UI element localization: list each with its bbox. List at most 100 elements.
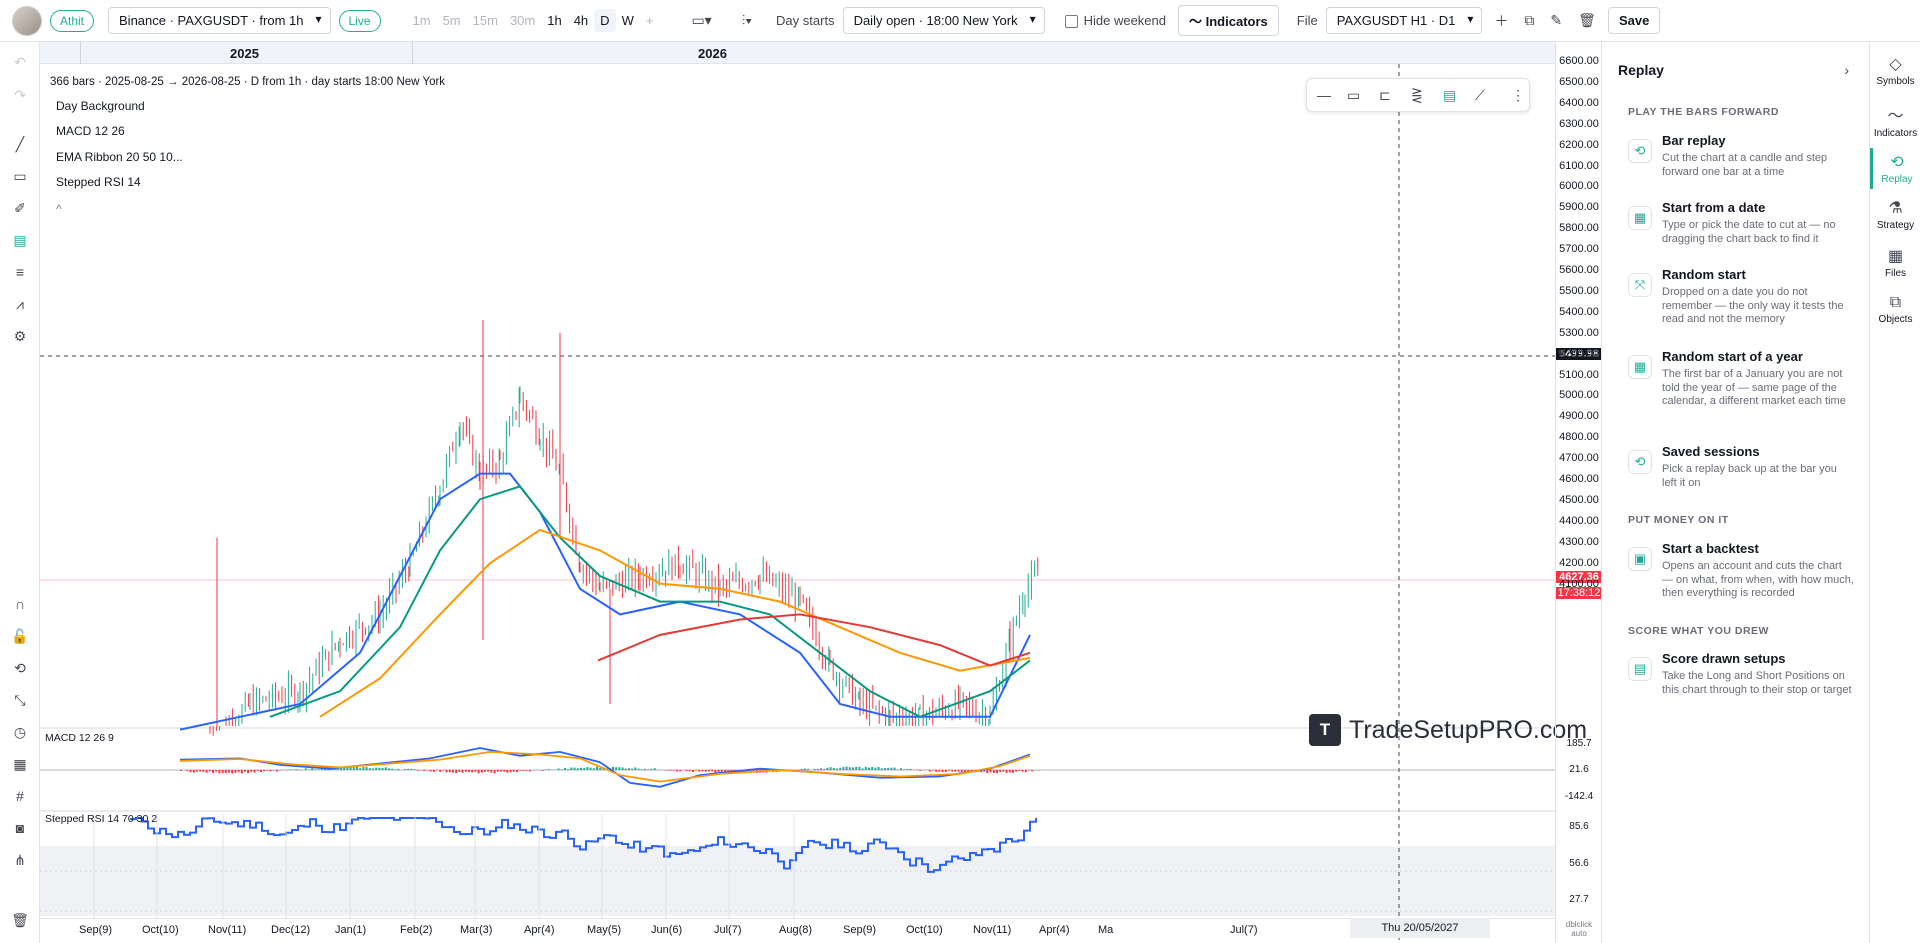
add-timeframe-button[interactable]: + (640, 9, 660, 32)
fib-icon[interactable]: ⋛ (1411, 87, 1423, 104)
rectangle-icon[interactable]: ▭ (10, 166, 30, 186)
history-icon[interactable]: ◷ (10, 722, 30, 742)
grid-icon[interactable]: # (10, 786, 30, 806)
tf-30m[interactable]: 30m (504, 9, 541, 32)
tf-5m[interactable]: 5m (437, 9, 467, 32)
trash-icon[interactable]: 🗑 (1574, 10, 1600, 31)
tf-4h[interactable]: 4h (568, 9, 594, 32)
macd-histogram-bar (215, 770, 218, 772)
macd-histogram-bar (394, 769, 397, 770)
fib-icon[interactable]: ≡ (10, 262, 30, 282)
tf-1h[interactable]: 1h (541, 9, 567, 32)
macd-histogram-bar (522, 770, 525, 771)
macd-histogram-bar (852, 767, 854, 770)
indicator-legend-ema-ribbon[interactable]: EMA Ribbon 20 50 10... (56, 150, 183, 164)
replay-icon: ⟲ (1628, 139, 1652, 163)
hide-weekend-toggle[interactable]: Hide weekend (1064, 13, 1166, 29)
macd-histogram-bar (644, 768, 646, 770)
macd-histogram-bar (196, 770, 198, 772)
symbol-select[interactable]: Binance · PAXGUSDT · from 1h (108, 7, 331, 34)
indicators-tab[interactable]: 〜 Indicators (1870, 102, 1920, 139)
position-icon[interactable]: ▤ (10, 230, 30, 250)
calendar-icon[interactable]: ▦ (10, 754, 30, 774)
horizontal-line-icon[interactable]: ― (1317, 87, 1331, 103)
axis-corner-hint[interactable]: dblclick auto (1556, 920, 1602, 938)
macd-histogram-bar (279, 770, 282, 771)
tf-15m[interactable]: 15m (467, 9, 504, 32)
checkbox-icon[interactable] (1064, 15, 1078, 29)
price-tick: 5800.00 (1559, 222, 1599, 235)
plus-icon[interactable]: ＋ (1490, 9, 1512, 33)
collapse-legend-button[interactable]: ^ (56, 202, 62, 216)
undo-icon[interactable]: ↶ (10, 52, 30, 72)
rectangle-icon[interactable]: ▭ (1347, 87, 1360, 104)
macd-histogram-bar (868, 767, 870, 770)
score-icon: ▤ (1628, 657, 1652, 681)
symbols-tab[interactable]: ◇ Symbols (1870, 54, 1920, 87)
live-badge[interactable]: Live (338, 9, 381, 32)
macd-histogram-bar (285, 770, 288, 771)
tf-w[interactable]: W (616, 9, 640, 32)
trend-line-icon[interactable]: ╱ (10, 134, 30, 154)
macd-histogram-bar (372, 768, 374, 770)
price-tick: 4900.00 (1559, 410, 1599, 423)
day-starts-select[interactable]: Daily open · 18:00 New York (842, 7, 1045, 34)
macd-histogram-bar (496, 770, 499, 772)
measure-icon[interactable]: ⚙ (10, 326, 30, 346)
macd-histogram-bar (816, 768, 819, 770)
price-axis[interactable]: 5499.98 4627.36 17:38:12 185.7 21.6 -142… (1555, 42, 1602, 943)
price-tick: 4200.00 (1559, 556, 1599, 569)
tf-d[interactable]: D (594, 9, 616, 32)
indicators-button[interactable]: 〜 Indicators (1178, 5, 1279, 36)
path-icon[interactable]: ⟋ (1475, 87, 1485, 104)
macd-histogram-bar (589, 767, 592, 770)
channel-icon[interactable]: ⊏ (1379, 87, 1391, 104)
macd-histogram-bar (676, 770, 678, 772)
macd-histogram-bar (548, 769, 550, 770)
indicator-legend-macd[interactable]: MACD 12 26 (56, 124, 125, 138)
macd-histogram-bar (1012, 770, 1014, 773)
macd-histogram-bar (503, 770, 506, 772)
camera-icon[interactable]: ◙ (10, 818, 30, 838)
replay-tab[interactable]: ⟲ Replay (1870, 148, 1920, 189)
chart-area[interactable]: 2025 2026 366 bars · 2025-08-25 → 2026-0… (40, 42, 1587, 943)
file-select[interactable]: PAXGUSDT H1 · D1 (1325, 7, 1483, 34)
layout-icon[interactable]: ▭▾ (687, 10, 715, 31)
zoom-icon[interactable]: ⤡ (10, 690, 30, 710)
share-icon[interactable]: ⋔ (10, 850, 30, 870)
brush-icon[interactable]: ✐ (10, 198, 30, 218)
macd-histogram-bar (628, 768, 630, 770)
pattern-icon[interactable]: ⩘ (10, 294, 30, 314)
close-panel-button[interactable]: › (1844, 62, 1849, 78)
watermark: T TradeSetupPRO.com (1309, 714, 1587, 746)
replay-icon[interactable]: ⟲ (10, 658, 30, 678)
chart-type-icon[interactable]: ⫶▾ (738, 10, 756, 31)
time-axis[interactable]: Sep(9) Oct(10) Nov(11) Dec(12) Jan(1) Feb(2) M… (40, 918, 1555, 943)
macd-histogram-bar (906, 768, 909, 770)
delete-icon[interactable]: 🗑 (10, 910, 30, 930)
redo-icon[interactable]: ↷ (10, 85, 30, 105)
copy-icon[interactable]: ⧉ (1520, 10, 1538, 31)
macd-histogram-bar (858, 766, 861, 770)
time-tick: Oct(10) (142, 924, 179, 936)
position-icon[interactable]: ▤ (1443, 87, 1456, 104)
macd-histogram-bar (845, 766, 848, 770)
files-tab[interactable]: ▦ Files (1870, 246, 1920, 279)
indicator-legend-stepped-rsi[interactable]: Stepped RSI 14 (56, 175, 141, 189)
macd-histogram-bar (861, 768, 864, 770)
magnet-icon[interactable]: ∩ (10, 594, 30, 614)
edit-icon[interactable]: ✎ (1546, 10, 1566, 31)
macd-histogram-bar (871, 766, 874, 770)
drag-handle-icon[interactable]: ⋮ (1511, 87, 1525, 104)
indicator-legend-day-background[interactable]: Day Background (56, 99, 145, 113)
macd-histogram-bar (1031, 770, 1034, 772)
tf-1m[interactable]: 1m (407, 9, 437, 32)
macd-histogram-bar (679, 770, 682, 772)
user-chip[interactable]: Athit (50, 9, 95, 32)
save-button[interactable]: Save (1607, 7, 1661, 34)
avatar[interactable] (12, 5, 42, 36)
macd-histogram-bar (397, 768, 400, 770)
objects-tab[interactable]: ⧉ Objects (1870, 294, 1920, 325)
strategy-tab[interactable]: ⚗ Strategy (1870, 198, 1920, 231)
lock-icon[interactable]: 🔓 (10, 626, 30, 646)
